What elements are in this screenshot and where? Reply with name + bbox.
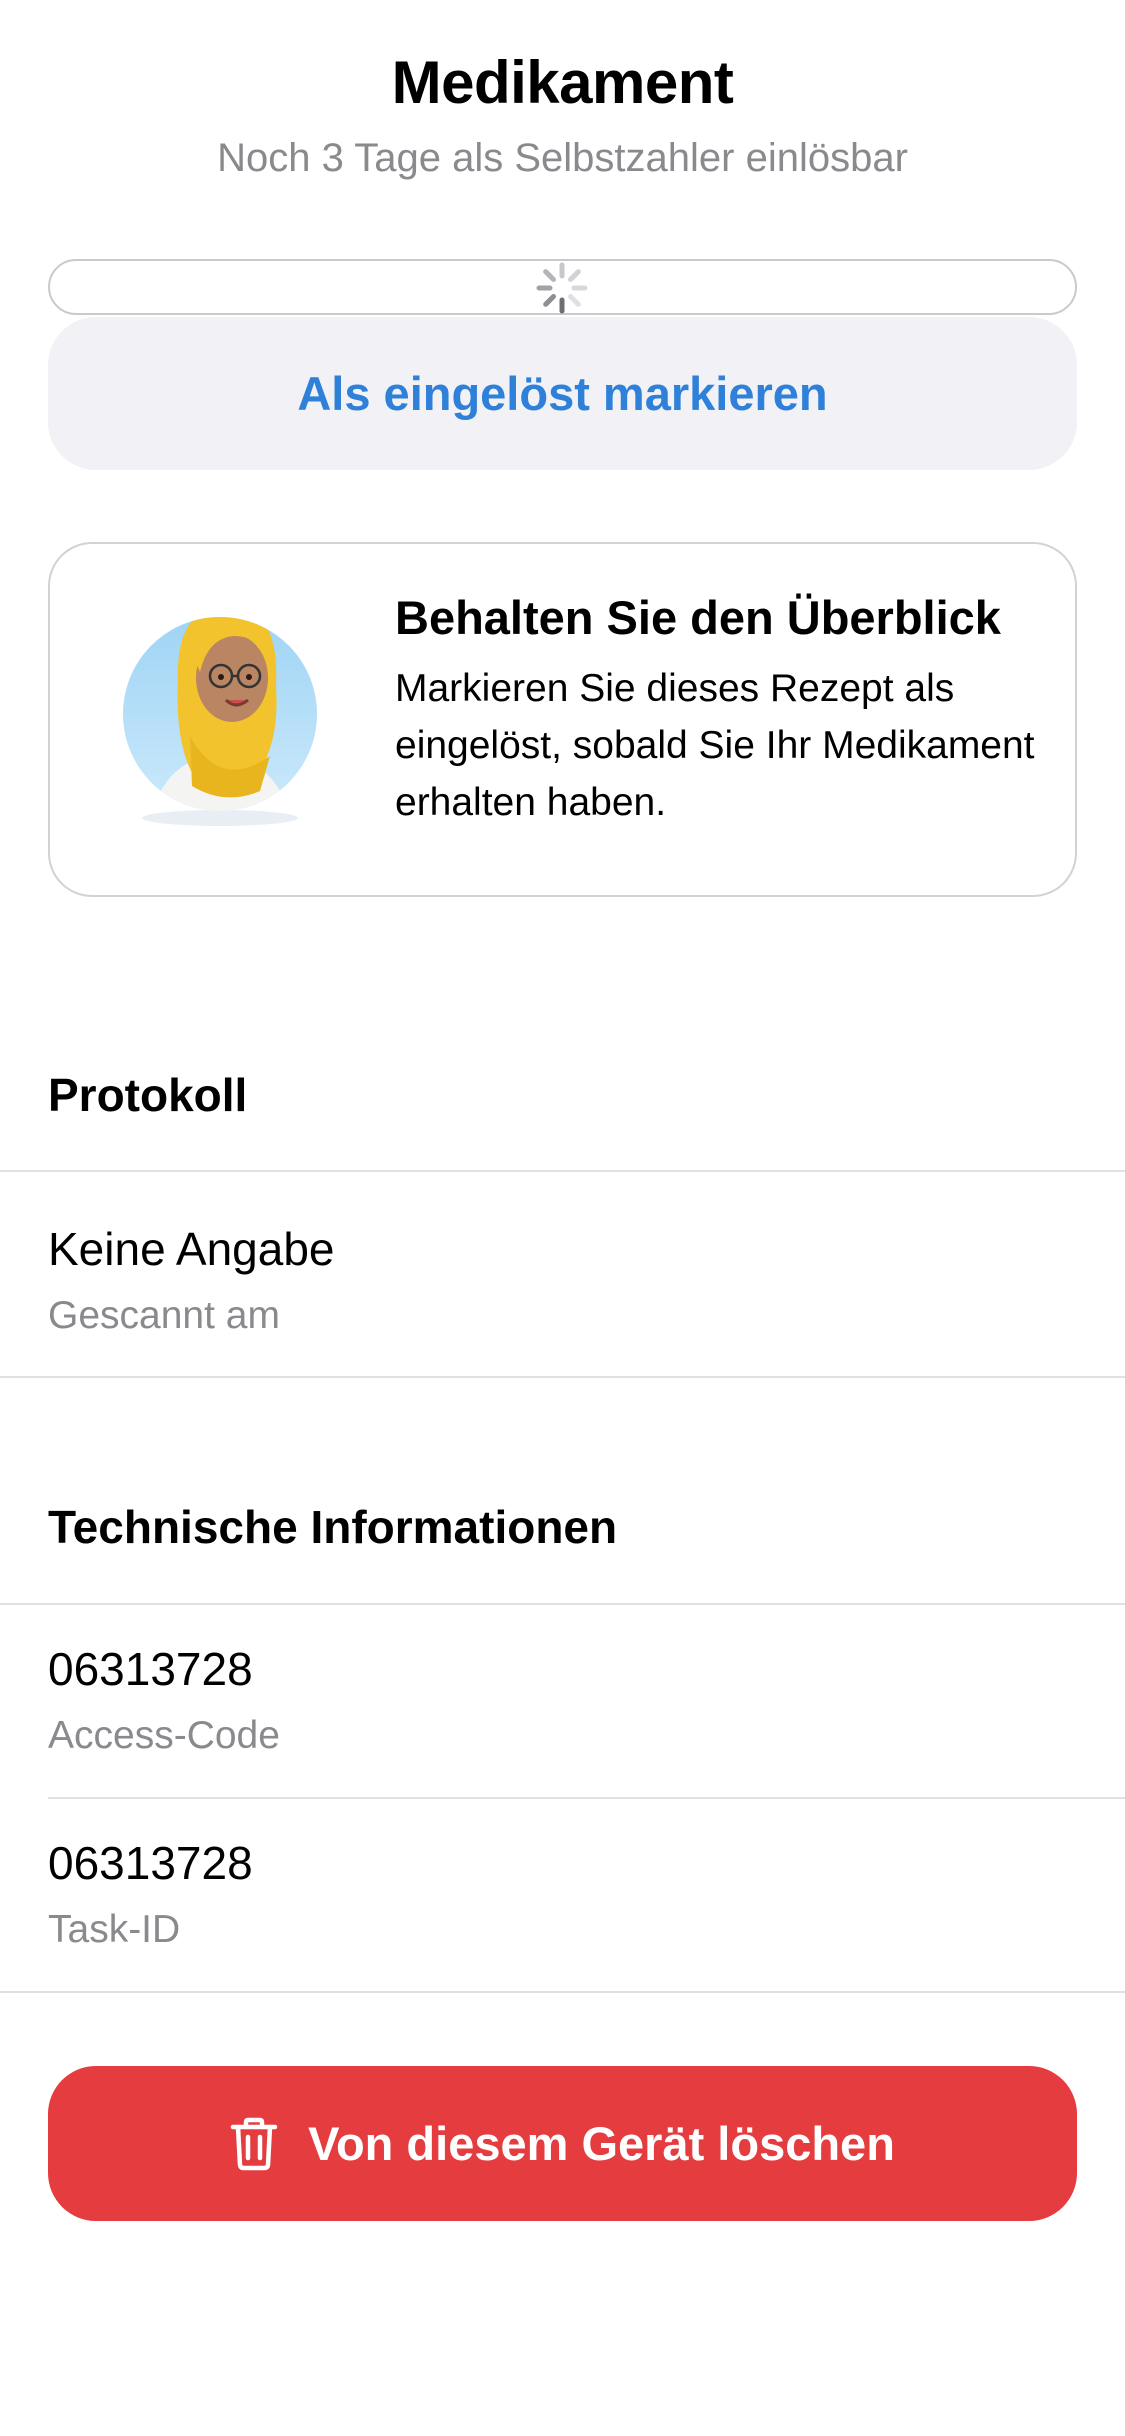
- page-title: Medikament: [391, 49, 734, 116]
- activity-spinner-icon: [536, 262, 588, 314]
- technical-heading: Technische Informationen: [48, 1501, 618, 1553]
- trash-icon: [230, 2117, 278, 2170]
- protocol-heading: Protokoll: [48, 1069, 248, 1121]
- mark-redeemed-label: Als eingelöst markieren: [297, 367, 828, 420]
- divider: [0, 1376, 1125, 1378]
- row-label: Task-ID: [48, 1908, 181, 1951]
- divider: [0, 1170, 1125, 1172]
- prescription-detail-screen: Medikament Noch 3 Tage als Selbstzahler …: [0, 0, 1125, 2436]
- delete-from-device-button[interactable]: Von diesem Gerät löschen: [48, 2066, 1077, 2221]
- row-label: Access-Code: [48, 1714, 280, 1757]
- divider: [48, 1797, 1125, 1799]
- divider: [0, 1991, 1125, 1993]
- page-subtitle: Noch 3 Tage als Selbstzahler einlösbar: [217, 136, 908, 180]
- pharmacist-avatar: [123, 617, 317, 826]
- info-card-text: Markieren Sie dieses Rezept als eingelös…: [395, 667, 1035, 824]
- row-value: Keine Angabe: [48, 1223, 335, 1275]
- row-label: Gescannt am: [48, 1294, 280, 1337]
- divider: [0, 1603, 1125, 1605]
- row-value: 06313728: [48, 1837, 253, 1889]
- info-card-title: Behalten Sie den Überblick: [395, 591, 1001, 644]
- row-value: 06313728: [48, 1643, 253, 1695]
- mark-redeemed-button[interactable]: Als eingelöst markieren: [48, 317, 1077, 470]
- delete-label: Von diesem Gerät löschen: [308, 2117, 895, 2170]
- info-card: Behalten Sie den Überblick Markieren Sie…: [48, 542, 1077, 897]
